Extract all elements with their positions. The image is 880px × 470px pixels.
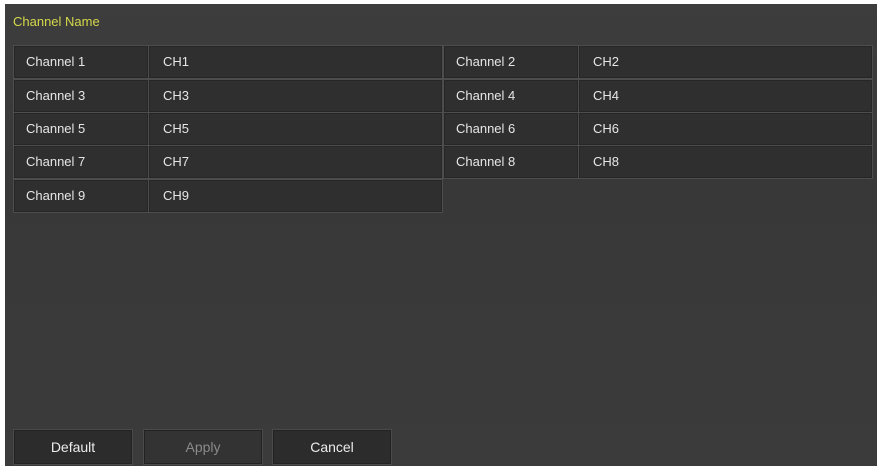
channel-4-label: Channel 4	[443, 79, 579, 113]
channel-5-label: Channel 5	[13, 112, 149, 146]
channel-3-label: Channel 3	[13, 79, 149, 113]
page-title: Channel Name	[13, 14, 100, 29]
default-button[interactable]: Default	[13, 429, 133, 465]
apply-button[interactable]: Apply	[143, 429, 263, 465]
channel-6-name-input[interactable]: CH6	[578, 112, 873, 146]
channel-7-label: Channel 7	[13, 145, 149, 179]
channel-2-name-input[interactable]: CH2	[578, 45, 873, 79]
channel-8-name-input[interactable]: CH8	[578, 145, 873, 179]
channel-5-name-input[interactable]: CH5	[148, 112, 443, 146]
cancel-button[interactable]: Cancel	[272, 429, 392, 465]
channel-3-name-input[interactable]: CH3	[148, 79, 443, 113]
channel-9-name-input[interactable]: CH9	[148, 179, 443, 213]
channel-7-name-input[interactable]: CH7	[148, 145, 443, 179]
channel-9-label: Channel 9	[13, 179, 149, 213]
channel-6-label: Channel 6	[443, 112, 579, 146]
channel-4-name-input[interactable]: CH4	[578, 79, 873, 113]
channel-8-label: Channel 8	[443, 145, 579, 179]
channel-1-label: Channel 1	[13, 45, 149, 79]
channel-1-name-input[interactable]: CH1	[148, 45, 443, 79]
channel-2-label: Channel 2	[443, 45, 579, 79]
channel-name-panel: Channel Name Channel 1 CH1 Channel 2 CH2…	[5, 4, 877, 466]
